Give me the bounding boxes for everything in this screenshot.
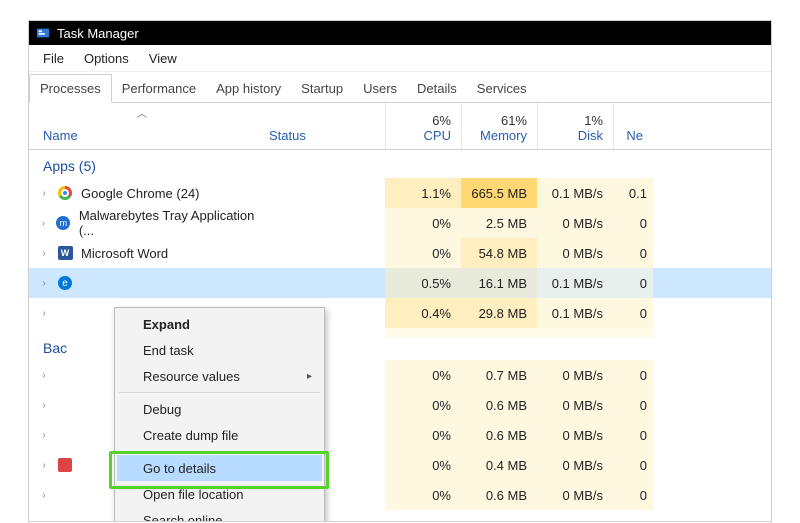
context-menu: Expand End task Resource values▸ Debug C… bbox=[114, 307, 325, 522]
col-header-network[interactable]: Ne bbox=[613, 113, 653, 149]
cell-network: 0 bbox=[613, 276, 653, 291]
chevron-right-icon: ▸ bbox=[307, 371, 312, 382]
ctx-end-task[interactable]: End task bbox=[117, 337, 322, 363]
menu-options[interactable]: Options bbox=[74, 49, 139, 68]
ctx-debug[interactable]: Debug bbox=[117, 396, 322, 422]
chevron-right-icon[interactable]: › bbox=[37, 370, 51, 381]
chevron-right-icon[interactable]: › bbox=[37, 218, 50, 229]
cell-cpu: 0% bbox=[385, 246, 461, 261]
tab-services[interactable]: Services bbox=[467, 75, 537, 102]
ctx-search-online[interactable]: Search online bbox=[117, 507, 322, 522]
chevron-right-icon[interactable]: › bbox=[37, 430, 51, 441]
col-header-status[interactable]: Status bbox=[259, 128, 385, 149]
cell-memory: 2.5 MB bbox=[461, 216, 537, 231]
col-header-name[interactable]: Name bbox=[29, 128, 259, 149]
chevron-right-icon[interactable]: › bbox=[37, 278, 51, 289]
menu-file[interactable]: File bbox=[33, 49, 74, 68]
cell-memory: 29.8 MB bbox=[461, 306, 537, 321]
table-row[interactable]: › Google Chrome (24) 1.1% 665.5 MB 0.1 MB… bbox=[29, 178, 771, 208]
table-row[interactable]: ›mMalwarebytes Tray Application (... 0% … bbox=[29, 208, 771, 238]
word-icon: W bbox=[57, 245, 73, 261]
ctx-expand[interactable]: Expand bbox=[117, 311, 322, 337]
ctx-resource-values[interactable]: Resource values▸ bbox=[117, 363, 322, 389]
group-apps[interactable]: Apps (5) bbox=[29, 150, 771, 178]
tab-processes[interactable]: Processes bbox=[29, 74, 112, 103]
table-row-selected[interactable]: › e 0.5% 16.1 MB 0.1 MB/s 0 bbox=[29, 268, 771, 298]
cell-memory: 54.8 MB bbox=[461, 246, 537, 261]
chevron-right-icon[interactable]: › bbox=[37, 490, 51, 501]
malwarebytes-icon: m bbox=[56, 215, 71, 231]
sort-caret-icon: ︿ bbox=[137, 105, 147, 120]
tab-app-history[interactable]: App history bbox=[206, 75, 291, 102]
cell-network: 0 bbox=[613, 216, 653, 231]
cell-cpu: 1.1% bbox=[385, 186, 461, 201]
tab-startup[interactable]: Startup bbox=[291, 75, 353, 102]
tab-performance[interactable]: Performance bbox=[112, 75, 206, 102]
col-header-disk[interactable]: 1%Disk bbox=[537, 113, 613, 149]
chrome-icon bbox=[57, 185, 73, 201]
cell-disk: 0.1 MB/s bbox=[537, 276, 613, 291]
tab-users[interactable]: Users bbox=[353, 75, 407, 102]
chevron-right-icon[interactable]: › bbox=[37, 248, 51, 259]
col-header-cpu[interactable]: 6%CPU bbox=[385, 113, 461, 149]
menu-view[interactable]: View bbox=[139, 49, 187, 68]
cell-network: 0 bbox=[613, 306, 653, 321]
cell-disk: 0 MB/s bbox=[537, 216, 613, 231]
process-name: Microsoft Word bbox=[81, 246, 168, 261]
process-name: Google Chrome (24) bbox=[81, 186, 200, 201]
app-icon bbox=[57, 457, 73, 473]
ctx-open-file-location[interactable]: Open file location bbox=[117, 481, 322, 507]
tab-details[interactable]: Details bbox=[407, 75, 467, 102]
cell-disk: 0.1 MB/s bbox=[537, 186, 613, 201]
cell-cpu: 0.4% bbox=[385, 306, 461, 321]
col-header-memory[interactable]: 61%Memory bbox=[461, 113, 537, 149]
cell-cpu: 0.5% bbox=[385, 276, 461, 291]
table-header: ︿ Name Status 6%CPU 61%Memory 1%Disk Ne bbox=[29, 103, 771, 150]
window-titlebar: Task Manager bbox=[29, 21, 771, 45]
app-icon: e bbox=[57, 275, 73, 291]
tab-strip: Processes Performance App history Startu… bbox=[29, 72, 771, 103]
window-title: Task Manager bbox=[57, 26, 139, 41]
cell-memory: 16.1 MB bbox=[461, 276, 537, 291]
cell-memory: 665.5 MB bbox=[461, 186, 537, 201]
chevron-right-icon[interactable]: › bbox=[37, 460, 51, 471]
chevron-right-icon[interactable]: › bbox=[37, 188, 51, 199]
chevron-right-icon[interactable]: › bbox=[37, 308, 51, 319]
cell-disk: 0.1 MB/s bbox=[537, 306, 613, 321]
cell-network: 0 bbox=[613, 246, 653, 261]
table-row[interactable]: › W Microsoft Word 0% 54.8 MB 0 MB/s 0 bbox=[29, 238, 771, 268]
cell-disk: 0 MB/s bbox=[537, 246, 613, 261]
chevron-right-icon[interactable]: › bbox=[37, 400, 51, 411]
ctx-go-to-details[interactable]: Go to details bbox=[117, 455, 322, 481]
task-manager-icon bbox=[35, 25, 51, 41]
cell-network: 0.1 bbox=[613, 186, 653, 201]
ctx-create-dump[interactable]: Create dump file bbox=[117, 422, 322, 448]
cell-cpu: 0% bbox=[385, 216, 461, 231]
menu-bar: File Options View bbox=[29, 45, 771, 72]
menu-separator bbox=[119, 451, 320, 452]
menu-separator bbox=[119, 392, 320, 393]
process-name: Malwarebytes Tray Application (... bbox=[79, 208, 259, 238]
